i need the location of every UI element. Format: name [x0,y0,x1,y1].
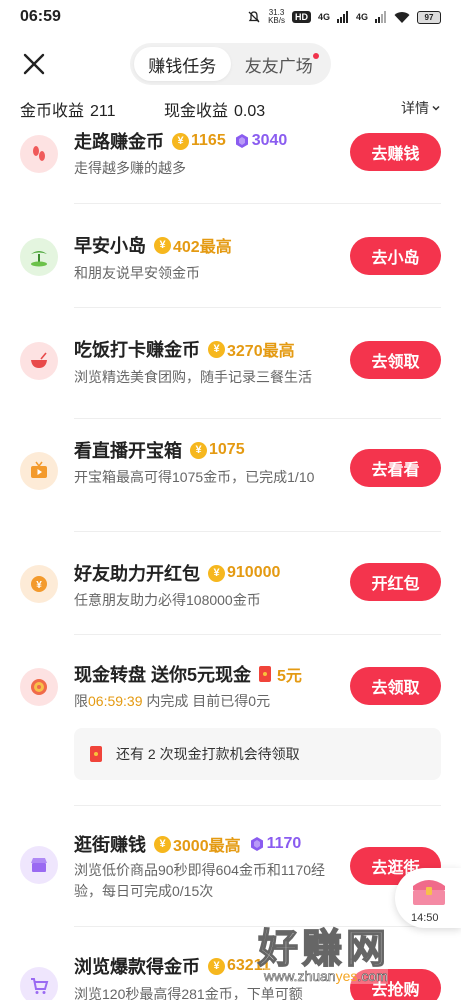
watermark-url: www.zhuanyes.com [264,968,388,985]
task-item-cash-wheel: 现金转盘 送你5元现金 5元 限06:59:39 内完成 目前已得0元 去领取 … [0,635,461,805]
coin-earnings: 金币收益 211 [20,103,116,120]
cart-icon [20,967,58,1000]
gem-icon [235,134,248,148]
task-title-row: 走路赚金币 ¥1165 3040 [74,128,287,154]
shop-icon [20,846,58,884]
coin-reward: ¥3270最高 [208,337,295,361]
coin-icon: ¥ [154,236,171,254]
coin-icon: ¥ [154,835,171,853]
notification-dot [313,53,319,59]
footprints-icon [20,135,58,173]
open-red-packet-button[interactable]: 开红包 [350,563,441,601]
task-title-row: 浏览爆款得金币 ¥63211 [74,953,271,979]
task-item-meal: 吃饭打卡赚金币 ¥3270最高 浏览精选美食团购，随手记录三餐生活 去领取 [0,308,461,408]
signal-bars-icon [336,11,348,23]
status-bar: 06:59 31.3 KB/s HD 4G 4G 97 [0,0,461,34]
task-desc: 任意朋友助力必得108000金币 [74,592,261,608]
mute-icon [248,11,260,23]
task-item-shopping: 逛街赚钱 ¥3000最高 1170 浏览低价商品90秒即得604金币和1170经… [0,806,461,926]
task-item-walk: 走路赚金币 ¥1165 3040 走得越多赚的越多 去赚钱 [0,122,461,202]
coin-reward: ¥1165 [172,132,226,150]
wheel-icon [20,668,58,706]
coin-reward: ¥1075 [190,441,245,459]
tab-earn-tasks[interactable]: 赚钱任务 [134,47,231,81]
chevron-down-icon [432,105,440,111]
hd-badge: HD [291,11,311,23]
task-item-red-packet: ¥ 好友助力开红包 ¥910000 任意朋友助力必得108000金币 开红包 [0,532,461,632]
earnings-summary: 金币收益 211 现金收益 0.03 详情 [0,94,461,122]
live-tv-icon [20,452,58,490]
task-title: 逛街赚钱 [74,835,146,855]
task-title: 看直播开宝箱 [74,441,182,461]
task-title: 好友助力开红包 [74,564,200,584]
go-earn-button[interactable]: 去赚钱 [350,133,441,171]
task-desc: 浏览低价商品90秒即得604金币和1170经验，每日可完成0/15次 [74,862,326,899]
coin-icon: ¥ [208,340,225,358]
tab-friends-square[interactable]: 友友广场 [231,47,328,81]
task-desc: 和朋友说早安领金币 [74,265,200,281]
net-speed: 31.3 KB/s [268,8,285,25]
coin-icon: ¥ [208,957,225,975]
gem-icon [250,837,263,851]
yuan-coin-icon: ¥ [20,565,58,603]
island-icon [20,238,58,276]
status-time: 06:59 [20,8,61,25]
go-claim-button[interactable]: 去领取 [350,667,441,705]
task-title: 吃饭打卡赚金币 [74,340,200,360]
battery-icon: 97 [417,10,441,24]
signal-bars-icon [375,11,386,23]
treasure-chest-icon [413,880,445,905]
coin-reward: ¥402最高 [154,233,232,257]
task-desc: 走得越多赚的越多 [74,160,186,176]
watermark-title: 好赚网 [257,926,390,972]
signal-4g-1: 4G [317,12,330,22]
close-button[interactable] [18,48,50,80]
coin-reward: ¥910000 [208,564,280,582]
task-title: 浏览爆款得金币 [74,957,200,977]
task-desc: 开宝箱最高可得1075金币，已完成1/10 [74,469,315,485]
task-desc: 限06:59:39 内完成 目前已得0元 [74,693,271,709]
task-title-row: 早安小岛 ¥402最高 [74,232,232,258]
task-desc: 浏览精选美食团购，随手记录三餐生活 [74,369,312,385]
exp-reward: 3040 [234,132,287,150]
coin-icon: ¥ [172,132,189,150]
task-item-island: 早安小岛 ¥402最高 和朋友说早安领金币 去小岛 [0,204,461,304]
red-envelope-icon [90,746,102,762]
cash-reward: 5元 [259,662,302,686]
close-icon [23,53,45,75]
task-item-live: 看直播开宝箱 ¥1075 开宝箱最高可得1075金币，已完成1/10 去看看 [0,419,461,531]
details-link[interactable]: 详情 [401,98,441,118]
go-watch-button[interactable]: 去看看 [350,449,441,487]
cash-earnings: 现金收益 0.03 [164,103,266,120]
countdown-timer: 06:59:39 [88,693,143,709]
segmented-tabs: 赚钱任务 友友广场 [130,43,331,85]
task-title-row: 现金转盘 送你5元现金 5元 [74,661,302,687]
top-nav: 赚钱任务 友友广场 [0,40,461,88]
task-title: 走路赚金币 [74,132,164,152]
status-icons: 31.3 KB/s HD 4G 4G 97 [247,9,441,25]
task-list: 走路赚金币 ¥1165 3040 走得越多赚的越多 去赚钱 早安小岛 ¥402最… [0,122,461,1000]
signal-4g-2: 4G [355,12,368,22]
red-envelope-icon [259,666,272,682]
exp-reward: 1170 [249,835,301,853]
task-title-row: 逛街赚钱 ¥3000最高 1170 [74,831,301,857]
go-claim-button[interactable]: 去领取 [350,341,441,379]
task-title: 早安小岛 [74,236,146,256]
task-title-row: 好友助力开红包 ¥910000 [74,560,280,586]
svg-text:¥: ¥ [36,580,42,591]
bowl-icon [20,342,58,380]
coin-reward: ¥3000最高 [154,832,241,856]
coin-icon: ¥ [208,564,225,582]
coin-icon: ¥ [190,441,207,459]
task-title-row: 看直播开宝箱 ¥1075 [74,437,245,463]
wifi-icon [394,11,410,23]
payout-info-box[interactable]: 还有 2 次现金打款机会待领取 [74,728,441,780]
task-title: 现金转盘 送你5元现金 [74,665,252,685]
go-island-button[interactable]: 去小岛 [350,237,441,275]
watermark: 好赚网 www.zhuanyes.com [257,916,461,1000]
task-title-row: 吃饭打卡赚金币 ¥3270最高 [74,336,295,362]
